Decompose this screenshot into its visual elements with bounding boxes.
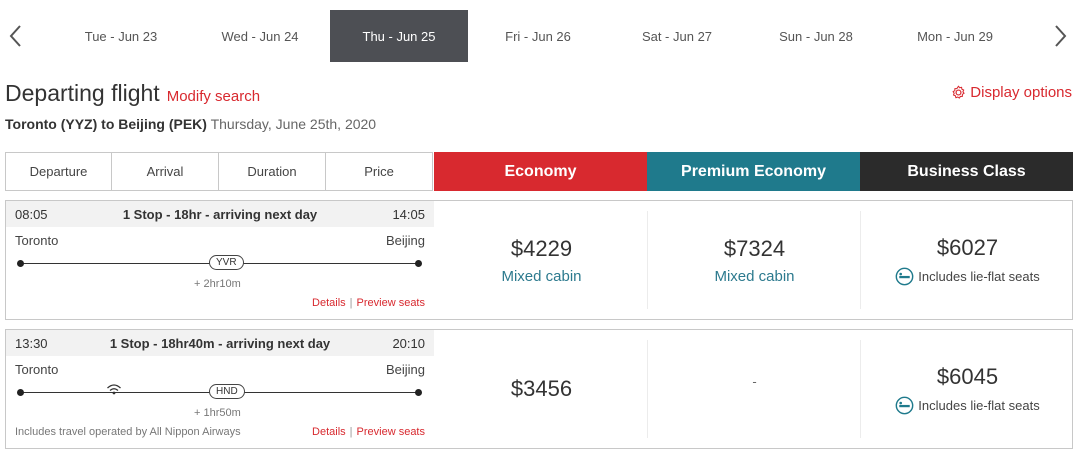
details-link[interactable]: Details [312,426,346,438]
premium-economy-fare[interactable]: $7324 Mixed cabin [648,211,861,309]
origin-city: Toronto [15,233,59,248]
wifi-icon [107,384,121,395]
economy-fare[interactable]: $4229 Mixed cabin [435,211,648,309]
display-options-label: Display options [970,84,1072,101]
previous-dates-button[interactable] [0,10,30,62]
date-tab-jun-26[interactable]: Fri - Jun 26 [468,10,608,62]
date-tab-jun-28[interactable]: Sun - Jun 28 [746,10,886,62]
origin-dot [17,389,24,396]
premium-economy-cabin-header[interactable]: Premium Economy [647,152,860,191]
lie-flat-label: Includes lie-flat seats [918,268,1040,284]
lie-flat-label: Includes lie-flat seats [918,397,1040,413]
operated-by-note: Includes travel operated by All Nippon A… [15,426,241,438]
lie-flat-note: Includes lie-flat seats [895,396,1040,415]
economy-cabin-header[interactable]: Economy [434,152,647,191]
flight-links: Details | Preview seats [312,426,425,438]
page-title: Departing flight [5,80,160,106]
sort-duration-button[interactable]: Duration [219,152,326,191]
stop-summary: 1 Stop - 18hr - arriving next day [122,207,318,222]
premium-economy-price: $7324 [723,235,786,261]
flight-links: Details | Preview seats [312,297,425,309]
date-tab-jun-23[interactable]: Tue - Jun 23 [52,10,190,62]
details-link[interactable]: Details [312,297,346,309]
arrival-time: 14:05 [392,207,425,222]
route-summary: Toronto (YYZ) to Beijing (PEK) Thursday,… [5,116,376,132]
business-class-fare[interactable]: $6027 Includes lie-flat seats [861,211,1074,309]
chevron-right-icon [1055,25,1067,47]
sort-arrival-button[interactable]: Arrival [112,152,219,191]
travel-date: Thursday, June 25th, 2020 [210,116,377,132]
date-carousel: Tue - Jun 23 Wed - Jun 24 Thu - Jun 25 F… [0,10,1080,62]
flight-summary-bar: 13:30 1 Stop - 18hr40m - arriving next d… [6,330,434,356]
date-tab-jun-24[interactable]: Wed - Jun 24 [190,10,330,62]
date-tab-jun-27[interactable]: Sat - Jun 27 [608,10,746,62]
origin-city: Toronto [15,362,59,377]
economy-price: $3456 [510,376,573,401]
layover-duration: + 2hr10m [194,278,241,290]
premium-economy-fare: - [648,340,861,422]
sort-bar: Departure Arrival Duration Price [5,152,433,191]
arrival-time: 20:10 [392,336,425,351]
destination-dot [415,260,422,267]
business-class-price: $6045 [936,363,999,389]
premium-economy-fare-note: Mixed cabin [714,267,795,285]
sort-price-button[interactable]: Price [326,152,433,191]
stopover-badge: YVR [209,255,244,270]
lie-flat-seat-icon [895,267,914,285]
modify-search-link[interactable]: Modify search [167,88,260,105]
flight-timeline: YVR [17,255,422,277]
link-separator: | [349,426,353,438]
premium-economy-unavailable: - [752,373,757,389]
preview-seats-link[interactable]: Preview seats [357,297,425,309]
date-tab-jun-25[interactable]: Thu - Jun 25 [330,10,468,62]
business-class-cabin-header[interactable]: Business Class [860,152,1073,191]
route-cities: Toronto (YYZ) to Beijing (PEK) [5,116,207,132]
next-dates-button[interactable] [1046,10,1076,62]
economy-fare-note: Mixed cabin [501,267,582,285]
preview-seats-link[interactable]: Preview seats [357,426,425,438]
link-separator: | [349,297,353,309]
stopover-badge: HND [209,384,245,399]
origin-dot [17,260,24,267]
flight-details: 13:30 1 Stop - 18hr40m - arriving next d… [6,330,434,448]
economy-price: $4229 [510,235,573,261]
business-class-fare[interactable]: $6045 Includes lie-flat seats [861,340,1074,438]
stop-summary: 1 Stop - 18hr40m - arriving next day [109,336,331,351]
flight-summary-bar: 08:05 1 Stop - 18hr - arriving next day … [6,201,434,227]
destination-city: Beijing [385,362,425,377]
destination-dot [415,389,422,396]
flight-option: 08:05 1 Stop - 18hr - arriving next day … [5,200,1073,320]
display-options-button[interactable]: Display options [951,84,1072,101]
layover-duration: + 1hr50m [194,407,241,419]
flight-option: 13:30 1 Stop - 18hr40m - arriving next d… [5,329,1073,449]
flight-timeline: HND [17,384,422,406]
lie-flat-seat-icon [895,396,914,414]
gear-icon [952,85,965,99]
flight-details: 08:05 1 Stop - 18hr - arriving next day … [6,201,434,319]
page-heading: Departing flight Modify search [5,80,260,107]
chevron-left-icon [9,25,21,47]
business-class-price: $6027 [936,234,999,260]
destination-city: Beijing [385,233,425,248]
lie-flat-note: Includes lie-flat seats [895,267,1040,286]
economy-fare[interactable]: $3456 [435,340,648,438]
date-tab-jun-29[interactable]: Mon - Jun 29 [886,10,1024,62]
sort-departure-button[interactable]: Departure [5,152,112,191]
